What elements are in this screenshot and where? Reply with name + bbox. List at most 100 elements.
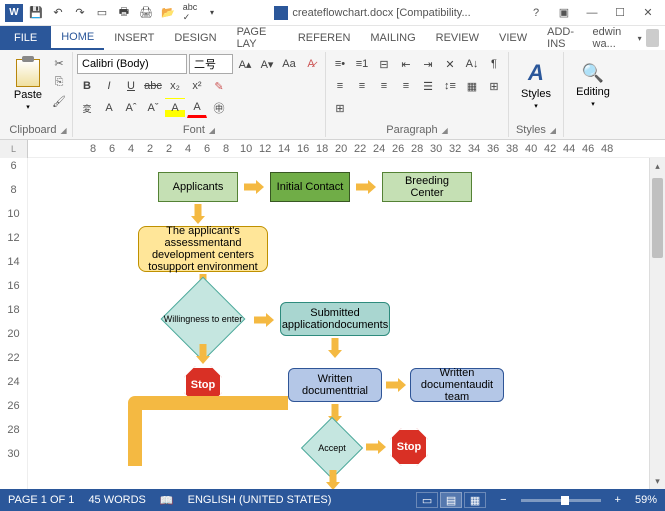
shape-willingness[interactable]: Willingness to enter bbox=[158, 298, 248, 340]
redo-icon[interactable]: ↷ bbox=[70, 3, 90, 23]
open-icon[interactable]: 📂 bbox=[158, 3, 178, 23]
tab-addins[interactable]: ADD-INS bbox=[537, 26, 592, 50]
italic-button[interactable]: I bbox=[99, 76, 119, 96]
status-words[interactable]: 45 WORDS bbox=[88, 494, 145, 506]
vertical-scrollbar[interactable]: ▴ ▾ bbox=[649, 158, 665, 489]
zoom-out-icon[interactable]: − bbox=[500, 494, 506, 506]
multilevel-icon[interactable]: ⊟ bbox=[374, 54, 394, 74]
line-spacing-icon[interactable]: ↕≡ bbox=[440, 76, 460, 96]
align-left-icon[interactable]: ≡ bbox=[330, 76, 350, 96]
styles-launcher-icon[interactable]: ◢ bbox=[550, 126, 556, 135]
shape-submitted[interactable]: Submitted applicationdocuments bbox=[280, 302, 390, 336]
tab-references[interactable]: REFEREN bbox=[288, 26, 361, 50]
close-icon[interactable]: ✕ bbox=[635, 3, 661, 23]
font-name-combo[interactable]: Calibri (Body) bbox=[77, 54, 187, 74]
font-launcher-icon[interactable]: ◢ bbox=[209, 126, 215, 135]
shape-assessment[interactable]: The applicant's assessmentand developmen… bbox=[138, 226, 268, 272]
phonetic-guide-icon[interactable]: 変 bbox=[77, 98, 97, 118]
zoom-level[interactable]: 59% bbox=[635, 494, 657, 506]
bold-button[interactable]: B bbox=[77, 76, 97, 96]
enclose-char-icon[interactable]: ㊥ bbox=[209, 98, 229, 118]
status-language[interactable]: ENGLISH (UNITED STATES) bbox=[188, 494, 332, 506]
shape-written-audit[interactable]: Written documentaudit team bbox=[410, 368, 504, 402]
horizontal-ruler[interactable]: 8642246810121416182022242628303234363840… bbox=[28, 140, 665, 158]
font-color-icon[interactable]: A bbox=[187, 98, 207, 118]
font-size-combo[interactable]: 二号 bbox=[189, 54, 233, 74]
snap-grid-icon[interactable]: ⊞ bbox=[330, 98, 350, 118]
shape-breeding-center[interactable]: Breeding Center bbox=[382, 172, 472, 202]
superscript-button[interactable]: x² bbox=[187, 76, 207, 96]
text-effects-icon[interactable]: ✎ bbox=[209, 76, 229, 96]
align-center-icon[interactable]: ≡ bbox=[352, 76, 372, 96]
font-grow2-icon[interactable]: Aˆ bbox=[121, 98, 141, 118]
quick-print-icon[interactable]: 🖨 bbox=[136, 3, 156, 23]
underline-button[interactable]: U bbox=[121, 76, 141, 96]
shrink-font-icon[interactable]: A▾ bbox=[257, 54, 277, 74]
decrease-indent-icon[interactable]: ⇤ bbox=[396, 54, 416, 74]
grow-font-icon[interactable]: A▴ bbox=[235, 54, 255, 74]
sort-icon[interactable]: A↓ bbox=[462, 54, 482, 74]
tab-view[interactable]: VIEW bbox=[489, 26, 537, 50]
read-mode-icon[interactable]: ▭ bbox=[416, 492, 438, 508]
new-icon[interactable]: ▭ bbox=[92, 3, 112, 23]
format-painter-icon[interactable]: 🖌 bbox=[50, 92, 68, 110]
help-icon[interactable]: ? bbox=[523, 3, 549, 23]
minimize-icon[interactable]: — bbox=[579, 3, 605, 23]
document-canvas[interactable]: Applicants Initial Contact Breeding Cent… bbox=[28, 158, 649, 489]
ribbon-options-icon[interactable]: ▣ bbox=[551, 3, 577, 23]
clipboard-launcher-icon[interactable]: ◢ bbox=[60, 126, 66, 135]
tab-review[interactable]: REVIEW bbox=[426, 26, 489, 50]
paragraph-launcher-icon[interactable]: ◢ bbox=[442, 126, 448, 135]
justify-icon[interactable]: ≡ bbox=[396, 76, 416, 96]
tab-home[interactable]: HOME bbox=[51, 26, 104, 50]
bullets-icon[interactable]: ≡• bbox=[330, 54, 350, 74]
shape-accept[interactable]: Accept bbox=[302, 428, 362, 468]
proofing-icon[interactable]: 📖 bbox=[160, 494, 174, 507]
align-right-icon[interactable]: ≡ bbox=[374, 76, 394, 96]
tab-design[interactable]: DESIGN bbox=[164, 26, 226, 50]
status-page[interactable]: PAGE 1 OF 1 bbox=[8, 494, 74, 506]
account-area[interactable]: edwin wa... ▾ bbox=[593, 26, 665, 50]
styles-button[interactable]: A Styles ▾ bbox=[513, 52, 559, 118]
show-marks-icon[interactable]: ¶ bbox=[484, 54, 504, 74]
maximize-icon[interactable]: ☐ bbox=[607, 3, 633, 23]
cut-icon[interactable]: ✂ bbox=[50, 54, 68, 72]
scroll-down-icon[interactable]: ▾ bbox=[650, 473, 665, 489]
web-layout-icon[interactable]: ▦ bbox=[464, 492, 486, 508]
editing-button[interactable]: 🔍 Editing ▾ bbox=[568, 52, 618, 118]
change-case-icon[interactable]: Aa bbox=[279, 54, 299, 74]
qat-dropdown-icon[interactable]: ▾ bbox=[202, 3, 222, 23]
subscript-button[interactable]: x₂ bbox=[165, 76, 185, 96]
borders-icon[interactable]: ⊞ bbox=[484, 76, 504, 96]
copy-icon[interactable]: ⎘ bbox=[50, 73, 68, 91]
shading-icon[interactable]: ▦ bbox=[462, 76, 482, 96]
clear-format-icon[interactable]: A̷ bbox=[301, 54, 321, 74]
scroll-up-icon[interactable]: ▴ bbox=[650, 158, 665, 174]
scroll-thumb[interactable] bbox=[652, 178, 663, 258]
tab-insert[interactable]: INSERT bbox=[104, 26, 164, 50]
undo-icon[interactable]: ↶ bbox=[48, 3, 68, 23]
shape-applicants[interactable]: Applicants bbox=[158, 172, 238, 202]
paste-button[interactable]: Paste ▾ bbox=[8, 52, 48, 118]
vertical-ruler[interactable]: 681012141618202224262830 bbox=[0, 158, 28, 489]
font-shrink2-icon[interactable]: Aˇ bbox=[143, 98, 163, 118]
highlight-icon[interactable]: A bbox=[165, 98, 185, 118]
increase-indent-icon[interactable]: ⇥ bbox=[418, 54, 438, 74]
shape-initial-contact[interactable]: Initial Contact bbox=[270, 172, 350, 202]
print-layout-icon[interactable]: ▤ bbox=[440, 492, 462, 508]
shape-written-trial[interactable]: Written documenttrial bbox=[288, 368, 382, 402]
print-preview-icon[interactable]: 🖶 bbox=[114, 3, 134, 23]
spelling-icon[interactable]: abc✓ bbox=[180, 3, 200, 23]
asian-layout-icon[interactable]: ✕ bbox=[440, 54, 460, 74]
zoom-in-icon[interactable]: + bbox=[615, 494, 621, 506]
tab-mailings[interactable]: MAILING bbox=[360, 26, 425, 50]
strike-button[interactable]: abc bbox=[143, 76, 163, 96]
distributed-icon[interactable]: ☰ bbox=[418, 76, 438, 96]
numbering-icon[interactable]: ≡1 bbox=[352, 54, 372, 74]
word-app-icon[interactable]: W bbox=[4, 3, 24, 23]
char-border-icon[interactable]: A bbox=[99, 98, 119, 118]
zoom-slider[interactable] bbox=[521, 499, 601, 502]
tab-file[interactable]: FILE bbox=[0, 26, 51, 50]
tab-pagelayout[interactable]: PAGE LAY bbox=[227, 26, 288, 50]
shape-stop-2[interactable]: Stop bbox=[390, 428, 428, 466]
